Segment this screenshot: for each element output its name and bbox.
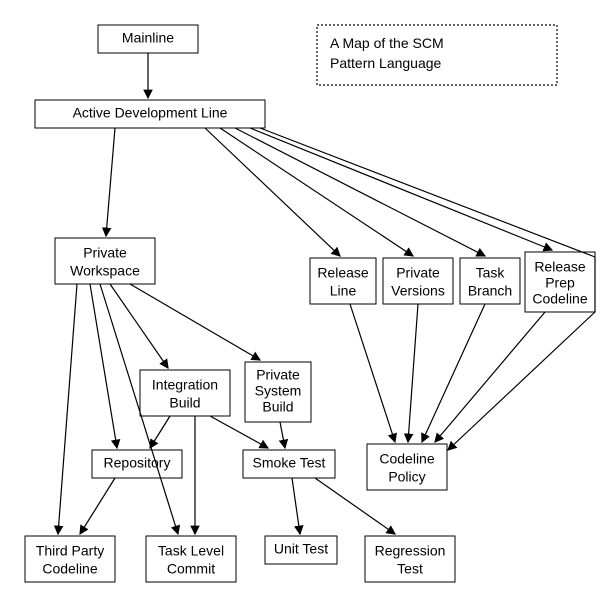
label-private-versions-1: Private	[396, 265, 440, 281]
label-integration-build-2: Build	[169, 395, 200, 411]
label-release-prep-2: Prep	[545, 275, 575, 291]
label-release-line-2: Line	[330, 283, 357, 299]
label-regression-test-2: Test	[397, 561, 423, 577]
label-private-workspace-2: Workspace	[70, 263, 140, 279]
label-integration-build-1: Integration	[152, 377, 218, 393]
label-active-dev-line: Active Development Line	[73, 105, 228, 121]
edge-activedev-privateworkspace	[106, 128, 115, 236]
title-line1: A Map of the SCM	[330, 35, 444, 51]
edge-pw-repository	[90, 284, 117, 448]
label-release-prep-3: Codeline	[532, 291, 587, 307]
label-release-prep-1: Release	[534, 259, 586, 275]
label-codeline-policy-2: Policy	[388, 469, 425, 485]
label-private-system-build-1: Private	[256, 367, 300, 383]
label-task-branch-1: Task	[476, 265, 506, 281]
label-third-party-1: Third Party	[36, 543, 104, 559]
label-third-party-2: Codeline	[42, 561, 97, 577]
scm-diagram: A Map of the SCM Pattern Language Mainli…	[0, 0, 605, 606]
label-task-level-commit-2: Commit	[167, 561, 215, 577]
label-release-line-1: Release	[317, 265, 369, 281]
edge-releaseline-codelinepolicy	[350, 304, 395, 442]
label-mainline: Mainline	[122, 30, 174, 46]
edge-smoketest-unittest	[292, 478, 300, 534]
label-regression-test-1: Regression	[375, 543, 446, 559]
title-line2: Pattern Language	[330, 55, 442, 71]
edge-repository-thirdparty	[80, 478, 115, 534]
edge-privateversions-codelinepolicy	[408, 304, 418, 442]
edge-pw-thirdparty	[58, 284, 77, 534]
edge-privatesystem-smoketest	[280, 422, 285, 448]
label-smoke-test: Smoke Test	[253, 455, 326, 471]
label-codeline-policy-1: Codeline	[379, 451, 434, 467]
edge-activedev-codelinepolicy-3	[448, 312, 595, 450]
edge-pw-integration	[110, 284, 168, 368]
label-private-workspace-1: Private	[83, 245, 127, 261]
label-repository: Repository	[104, 455, 171, 471]
label-private-system-build-2: System	[255, 383, 302, 399]
label-task-branch-2: Branch	[468, 283, 512, 299]
edge-taskbranch-codelinepolicy	[422, 304, 485, 442]
label-private-versions-2: Versions	[391, 283, 445, 299]
label-unit-test: Unit Test	[274, 541, 328, 557]
edge-pw-privatesystem	[130, 284, 260, 360]
edge-activedev-releaseprep	[250, 128, 552, 250]
edge-integration-repository	[150, 416, 170, 448]
edge-activedev-privateversions	[220, 128, 413, 256]
label-task-level-commit-1: Task Level	[158, 543, 224, 559]
label-private-system-build-3: Build	[262, 399, 293, 415]
edge-activedev-codelinepolicy	[260, 128, 595, 257]
